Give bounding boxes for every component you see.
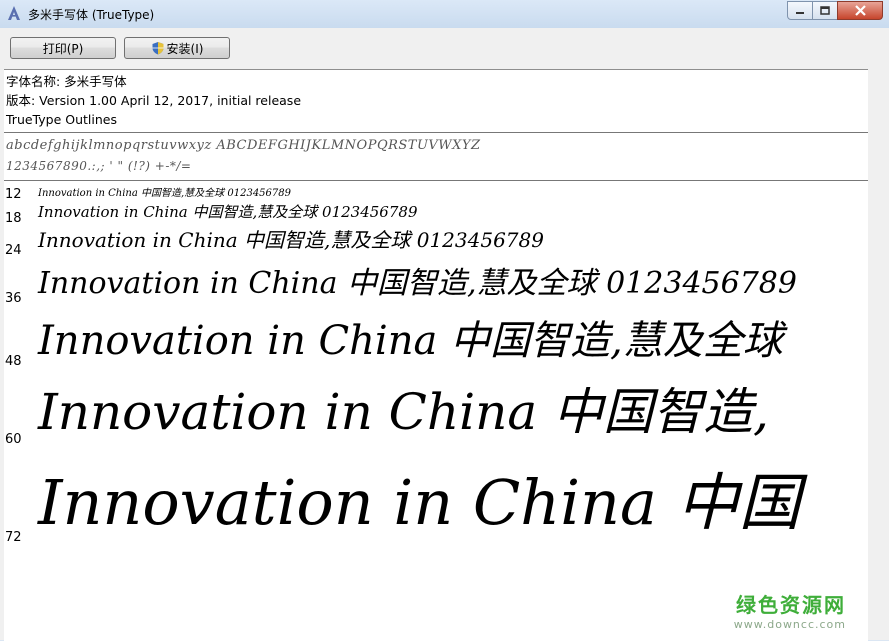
minimize-icon — [796, 11, 804, 14]
sample-size-label: 18 — [5, 211, 22, 226]
divider — [4, 132, 868, 133]
maximize-button[interactable] — [812, 1, 838, 20]
font-info: 字体名称: 多米手写体 版本: Version 1.00 April 12, 2… — [6, 72, 301, 129]
right-gutter — [868, 69, 889, 640]
install-button[interactable]: 安装(I) — [124, 37, 230, 59]
sample-size-label: 12 — [5, 187, 22, 202]
close-button[interactable] — [837, 1, 883, 20]
print-button[interactable]: 打印(P) — [10, 37, 116, 59]
install-button-label: 安装(I) — [166, 41, 204, 56]
maximize-icon — [820, 5, 830, 15]
shield-icon — [152, 42, 164, 55]
minimize-button[interactable] — [787, 1, 813, 20]
charset-symbols: 1234567890.:,; ' " (!?) +-*/= — [6, 159, 192, 173]
title-bar: 多米手写体 (TrueType) — [0, 0, 889, 29]
divider — [4, 180, 868, 181]
close-icon — [854, 5, 866, 16]
sample-size-label: 72 — [5, 530, 22, 545]
charset-letters: abcdefghijklmnopqrstuvwxyz ABCDEFGHIJKLM… — [6, 138, 481, 153]
font-outline-type: TrueType Outlines — [6, 112, 117, 127]
print-button-label: 打印(P) — [42, 41, 84, 56]
watermark: 绿色资源网 www.downcc.com — [734, 589, 846, 631]
font-name: 字体名称: 多米手写体 — [6, 74, 127, 89]
sample-size-label: 60 — [5, 432, 22, 447]
sample-text: Innovation in China 中国智造,慧及全球 0123456789 — [38, 188, 291, 199]
font-version: 版本: Version 1.00 April 12, 2017, initial… — [6, 93, 302, 108]
sample-text: Innovation in China 中国智造,慧及全球 0123456789 — [38, 228, 544, 252]
window-title: 多米手写体 (TrueType) — [28, 8, 155, 22]
font-preview-area: 字体名称: 多米手写体 版本: Version 1.00 April 12, 2… — [4, 69, 868, 641]
sample-text: Innovation in China 中国 — [38, 466, 801, 539]
sample-size-label: 24 — [5, 243, 22, 258]
sample-size-label: 48 — [5, 354, 22, 369]
sample-text: Innovation in China 中国智造,慧及全球 0123456789 — [38, 203, 418, 221]
sample-text: Innovation in China 中国智造,慧及全球 0123456789 — [38, 266, 797, 301]
sample-size-label: 36 — [5, 291, 22, 306]
window-controls — [787, 1, 883, 20]
font-app-icon — [8, 6, 20, 20]
font-viewer-window: 多米手写体 (TrueType) 打印(P) 安装(I) 字体名称: 多米手写体… — [0, 0, 889, 641]
watermark-brand: 绿色资源网 — [736, 593, 846, 617]
toolbar: 打印(P) 安装(I) — [0, 28, 889, 68]
sample-text: Innovation in China 中国智造,慧及全球 — [38, 318, 783, 364]
watermark-url: www.downcc.com — [733, 618, 846, 631]
sample-text: Innovation in China 中国智造, — [38, 383, 769, 441]
